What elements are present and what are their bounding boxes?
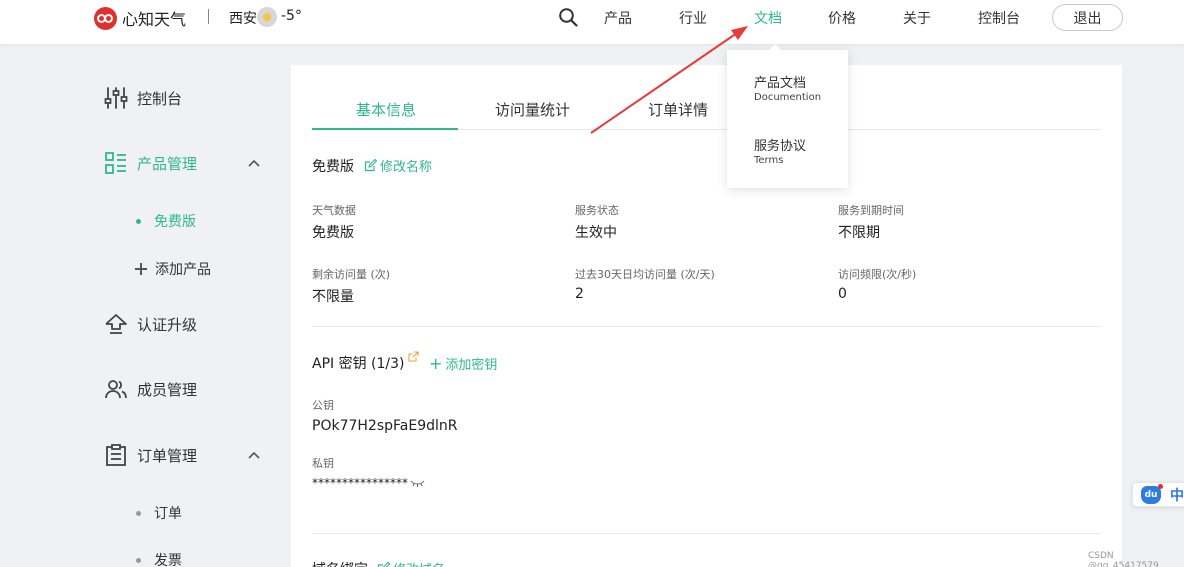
sidebar-subitem-invoices[interactable]: 发票 [136,550,182,567]
dropdown-item-subtitle: Terms [754,155,784,166]
field-value: 不限期 [838,225,880,241]
logo-icon [94,6,117,30]
field-label: 访问频限(次/秒) [838,268,917,281]
nav-item-pricing[interactable]: 价格 [828,8,856,28]
nav-item-console[interactable]: 控制台 [978,8,1020,28]
domain-bind-heading: 域名绑定 [312,559,368,567]
public-key-label: 公钥 [312,399,334,412]
field-label: 剩余访问量 (次) [312,268,391,281]
sidebar-item-console[interactable]: 控制台 [104,86,182,110]
sidebar-subitem-label: 订单 [154,506,182,522]
rename-link[interactable]: 修改名称 [364,156,432,175]
upgrade-arrow-icon [105,314,127,334]
nav-item-docs[interactable]: 文档 [754,8,782,28]
tab-traffic-stats[interactable]: 访问量统计 [495,99,570,120]
plan-name: 免费版 [312,159,354,175]
field-label: 服务状态 [575,204,619,217]
plus-icon [135,263,147,275]
field-label: 天气数据 [312,204,356,217]
public-key-value[interactable]: POk77H2spFaE9dlnR [312,418,457,434]
section-divider [312,533,1101,534]
floating-assistant-widget[interactable]: du 中 [1132,482,1184,507]
tab-basic-info[interactable]: 基本信息 [356,99,416,120]
brand-name: 心知天气 [122,10,187,29]
bullet-dot [136,557,141,563]
sidebar-item-label: 订单管理 [137,446,198,465]
rename-link-label: 修改名称 [380,160,433,175]
dropdown-item-title: 服务协议 [754,139,807,154]
private-key-value: **************** [312,476,408,490]
docs-dropdown-menu: 产品文档 Documention 服务协议 Terms [727,44,848,188]
eye-closed-icon[interactable] [410,479,425,488]
edit-domain-link-label: 修改域名 [393,559,445,567]
edit-icon [364,159,377,172]
header-divider [208,9,209,24]
sidebar-item-label: 成员管理 [137,380,198,399]
temperature-label: -5° [281,8,302,24]
section-divider [312,326,1101,327]
active-tab-indicator [312,128,458,130]
api-keys-heading: API 密钥 (1/3) [312,356,405,372]
chevron-up-icon[interactable] [247,450,261,460]
field-value: 不限量 [312,289,354,305]
grid-list-icon [105,152,126,174]
tab-order-details[interactable]: 订单详情 [648,99,708,120]
sidebar-subitem-label: 发票 [154,553,182,567]
plus-icon: + [429,353,443,373]
product-detail-card: 基本信息 访问量统计 订单详情 免费版 修改名称 天气数据 免费版 服务状态 生… [291,65,1122,567]
dropdown-item-subtitle: Documention [754,92,822,103]
dropdown-item-title: 产品文档 [754,76,807,91]
sidebar-item-product-management[interactable]: 产品管理 [104,151,197,175]
language-toggle[interactable]: 中 [1170,485,1184,505]
brand-logo[interactable]: 心知天气 [94,6,186,30]
sidebar-item-label: 认证升级 [137,315,198,334]
field-label: 服务到期时间 [838,204,904,217]
sidebar-subitem-label: 添加产品 [155,262,211,278]
sidebar-item-order-management[interactable]: 订单管理 [104,443,197,467]
field-value: 免费版 [312,225,354,241]
edit-icon [377,562,390,567]
bullet-dot [136,218,141,224]
bullet-dot [136,510,141,516]
add-key-link-label: 添加密钥 [445,358,498,373]
nav-item-products[interactable]: 产品 [604,8,632,28]
du-assistant-icon: du [1141,483,1163,504]
sidebar-item-label: 产品管理 [137,154,198,173]
field-value: 2 [575,286,584,302]
search-icon[interactable] [558,7,578,27]
city-label[interactable]: 西安 [229,8,257,28]
field-label: 过去30天日均访问量 (次/天) [575,268,715,281]
sidebar-subitem-free-plan[interactable]: 免费版 [136,211,196,231]
users-icon [105,380,127,399]
sidebar-subitem-label: 免费版 [154,214,196,230]
nav-item-about[interactable]: 关于 [903,8,931,28]
add-key-link[interactable]: + 添加密钥 [429,354,497,373]
weather-sunny-icon [257,7,277,27]
field-value: 0 [838,286,847,302]
top-navigation-bar: 心知天气 西安 -5° 产品 行业 文档 价格 关于 控制台 退出 [0,0,1184,44]
sidebar-item-label: 控制台 [137,89,183,108]
private-key-label: 私钥 [312,457,334,470]
logout-button[interactable]: 退出 [1052,4,1123,31]
sidebar-subitem-orders[interactable]: 订单 [136,503,182,523]
field-value: 生效中 [575,225,617,241]
sidebar-item-verify-upgrade[interactable]: 认证升级 [104,312,197,336]
external-link-icon[interactable] [408,351,419,362]
clipboard-icon [106,444,126,466]
nav-item-industries[interactable]: 行业 [679,8,707,28]
edit-domain-link[interactable]: 修改域名 [377,559,445,567]
sidebar-item-members[interactable]: 成员管理 [104,377,197,401]
chevron-up-icon[interactable] [247,158,261,168]
sidebar-subitem-add-product[interactable]: 添加产品 [135,259,211,279]
watermark-text: CSDN @qq_45417579 [1088,551,1159,567]
sliders-icon [104,87,128,109]
